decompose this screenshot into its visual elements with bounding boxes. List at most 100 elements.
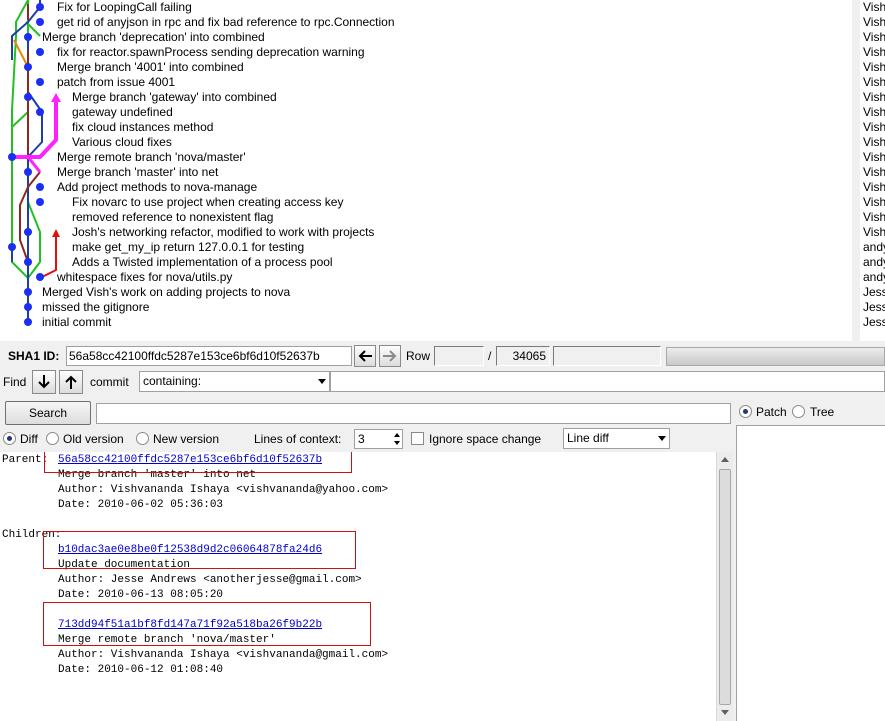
commit-history-pane: Fix for LoopingCall failing get rid of a… [0, 0, 885, 341]
child-date: Date: 2010-06-12 01:08:40 [58, 664, 224, 676]
scrollbar-thumb[interactable] [719, 469, 731, 705]
row-number-field [434, 346, 484, 366]
commit-row[interactable]: make get_my_ip return 127.0.0.1 for test… [72, 240, 304, 255]
commit-node [24, 318, 32, 326]
diff-label: Diff [20, 432, 38, 446]
new-version-label: New version [153, 432, 220, 446]
commit-row[interactable]: missed the gitignore [42, 300, 149, 315]
parent-date: Date: 2010-06-02 05:36:03 [58, 499, 224, 511]
commit-node [24, 288, 32, 296]
ignore-space-checkbox[interactable] [411, 432, 424, 445]
commit-row[interactable]: Fix novarc to use project when creating … [72, 195, 343, 210]
commit-row[interactable]: get rid of anyjson in rpc and fix bad re… [57, 15, 395, 30]
arrow-down-icon [38, 375, 50, 389]
spin-down-icon[interactable] [394, 441, 400, 445]
commit-author-column[interactable]: Vish Vish Vish Vish Vish Vish Vish Vish … [860, 0, 885, 341]
commit-row[interactable]: removed reference to nonexistent flag [72, 210, 273, 225]
spin-up-icon[interactable] [394, 433, 400, 437]
commit-row[interactable]: Fix for LoopingCall failing [57, 0, 192, 15]
scroll-down-icon[interactable] [721, 710, 729, 715]
child-date: Date: 2010-06-13 08:05:20 [58, 589, 224, 601]
arrow-right-icon [383, 350, 397, 362]
graph-line-magenta [12, 100, 58, 159]
details-scrollbar[interactable] [716, 452, 733, 721]
commit-row[interactable]: Merge remote branch 'nova/master' [57, 150, 246, 165]
commit-row[interactable]: gateway undefined [72, 105, 173, 120]
commit-row[interactable]: Adds a Twisted implementation of a proce… [72, 255, 333, 270]
commit-row[interactable]: Merge branch 'master' into net [57, 165, 218, 180]
commit-author: Vish [863, 30, 885, 44]
commit-list[interactable]: Fix for LoopingCall failing get rid of a… [0, 0, 852, 341]
status-field [553, 346, 661, 366]
find-input[interactable] [330, 371, 885, 392]
find-next-button[interactable] [32, 370, 56, 394]
commit-author: Vish [863, 150, 885, 164]
commit-row[interactable]: Various cloud fixes [72, 135, 172, 150]
progress-bar [666, 347, 885, 366]
chevron-down-icon [318, 379, 326, 384]
commit-author: Vish [863, 165, 885, 179]
commit-row[interactable]: initial commit [42, 315, 111, 330]
highlight-box [44, 452, 352, 473]
commit-author: andy [863, 240, 885, 254]
arrow-left-icon [358, 350, 372, 362]
commit-row[interactable]: Merged Vish's work on adding projects to… [42, 285, 290, 300]
forward-button[interactable] [379, 345, 401, 367]
commit-row[interactable]: fix cloud instances method [72, 120, 213, 135]
highlight-box [43, 531, 356, 569]
child-author: Author: Vishvananda Ishaya <vishvananda@… [58, 649, 389, 661]
commit-author: Vish [863, 60, 885, 74]
commit-node [24, 228, 32, 236]
commit-author: Vish [863, 120, 885, 134]
graph-line-blue [27, 91, 43, 158]
commit-row[interactable]: Merge branch 'gateway' into combined [72, 90, 277, 105]
diff-radio[interactable] [3, 432, 16, 445]
search-input[interactable] [96, 403, 731, 424]
commit-node [36, 78, 44, 86]
scroll-up-icon[interactable] [721, 457, 729, 462]
commit-author: Vish [863, 75, 885, 89]
parent-label: Parent: [2, 454, 49, 466]
commit-author: Jess [863, 315, 885, 329]
commit-row[interactable]: fix for reactor.spawnProcess sending dep… [57, 45, 365, 60]
file-list-pane[interactable] [736, 425, 885, 721]
commit-author: Vish [863, 210, 885, 224]
commit-author: Vish [863, 90, 885, 104]
child-author: Author: Jesse Andrews <anotherjesse@gmai… [58, 574, 362, 586]
commit-author: Vish [863, 0, 885, 14]
commit-node [36, 273, 44, 281]
old-version-label: Old version [63, 432, 124, 446]
commit-node [36, 198, 44, 206]
commit-node [36, 48, 44, 56]
commit-row[interactable]: Josh's networking refactor, modified to … [72, 225, 374, 240]
old-version-radio[interactable] [46, 432, 59, 445]
commit-row[interactable]: Merge branch '4001' into combined [57, 60, 244, 75]
commit-row[interactable]: patch from issue 4001 [57, 75, 175, 90]
find-mode-select[interactable]: containing: [139, 371, 330, 392]
commit-label: commit [90, 375, 129, 389]
commit-node [36, 183, 44, 191]
search-button[interactable]: Search [5, 401, 91, 425]
find-previous-button[interactable] [59, 370, 83, 394]
commit-node [24, 33, 32, 41]
diff-mode-select[interactable]: Line diff [563, 428, 670, 449]
commit-author: Vish [863, 180, 885, 194]
commit-row[interactable]: Merge branch 'deprecation' into combined [42, 30, 265, 45]
commit-node [24, 168, 32, 176]
tree-radio[interactable] [792, 405, 805, 418]
context-lines-spinbox[interactable]: 3 [354, 429, 403, 449]
patch-radio[interactable] [739, 405, 752, 418]
commit-row[interactable]: Add project methods to nova-manage [57, 180, 257, 195]
commit-row[interactable]: whitespace fixes for nova/utils.py [57, 270, 232, 285]
graph-arrow-magenta [51, 93, 61, 102]
commit-author: Vish [863, 195, 885, 209]
commit-details-pane[interactable]: Parent: 56a58cc42100ffdc5287e153ce6bf6d1… [0, 452, 716, 721]
commit-node [24, 303, 32, 311]
sha1-input[interactable]: 56a58cc42100ffdc5287e153ce6bf6d10f52637b [66, 346, 352, 366]
sha1-label: SHA1 ID: [8, 349, 60, 363]
new-version-radio[interactable] [136, 432, 149, 445]
back-button[interactable] [354, 345, 376, 367]
ignore-space-label: Ignore space change [429, 432, 542, 446]
find-mode-value: containing: [143, 374, 202, 388]
commit-author: andy [863, 255, 885, 269]
